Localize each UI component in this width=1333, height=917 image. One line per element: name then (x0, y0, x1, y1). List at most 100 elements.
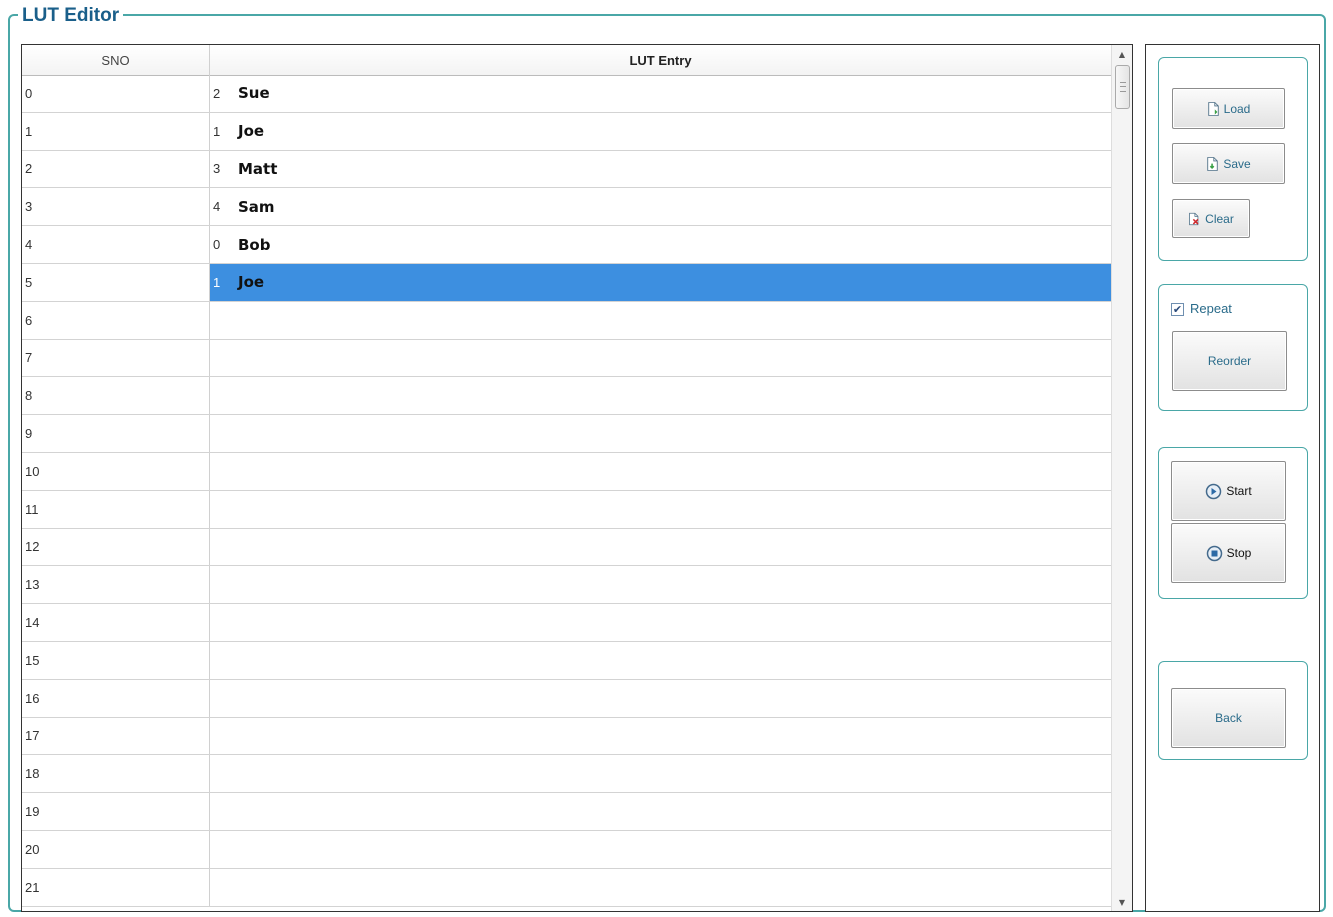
lut-entry-cell[interactable]: 1 Joe (210, 113, 1111, 150)
reorder-button[interactable]: Reorder (1172, 331, 1287, 391)
sno-cell[interactable]: 15 (22, 641, 210, 679)
sno-cell[interactable]: 3 (22, 188, 210, 226)
sno-cell[interactable]: 10 (22, 452, 210, 490)
lut-entry-name: Matt (238, 159, 278, 178)
lut-entry-cell[interactable] (210, 491, 1111, 528)
lut-entry-cell[interactable] (210, 302, 1111, 339)
table-row[interactable]: 13 (22, 566, 1111, 605)
lut-entry-cell[interactable] (210, 869, 1111, 906)
table-row[interactable]: 14 (22, 604, 1111, 642)
lut-entry-cell[interactable] (210, 718, 1111, 755)
lut-entry-cell[interactable] (210, 377, 1111, 414)
sno-cell[interactable]: 2 (22, 150, 210, 188)
table-row[interactable]: 5 1 Joe (22, 263, 1111, 302)
table-row[interactable]: 10 (22, 452, 1111, 491)
reorder-label: Reorder (1207, 354, 1252, 368)
sno-cell[interactable]: 19 (22, 793, 210, 830)
play-circle-icon (1206, 483, 1222, 499)
clear-label: Clear (1205, 211, 1234, 226)
vertical-scrollbar[interactable]: ▲ ▼ (1111, 45, 1132, 911)
lut-entry-name: Sam (238, 197, 275, 216)
sno-cell[interactable]: 11 (22, 490, 210, 528)
sno-cell[interactable]: 5 (22, 263, 210, 301)
table-row[interactable]: 16 (22, 679, 1111, 718)
grip-icon (1119, 82, 1126, 92)
document-load-icon (1207, 101, 1219, 116)
sno-cell[interactable]: 14 (22, 604, 210, 641)
table-row[interactable]: 2 3 Matt (22, 150, 1111, 189)
repeat-label[interactable]: Repeat (1190, 301, 1232, 316)
control-panel: Load Save Clear ✔ Repeat Reorder Start S… (1145, 44, 1320, 912)
lut-entry-cell[interactable] (210, 604, 1111, 641)
back-button[interactable]: Back (1171, 688, 1286, 748)
lut-entry-cell[interactable] (210, 453, 1111, 490)
table-row[interactable]: 3 4 Sam (22, 188, 1111, 227)
lut-entry-cell[interactable] (210, 529, 1111, 566)
table-body: 0 2 Sue 1 1 Joe 2 3 Matt 3 4 Sam 4 0 Bob 5 1 Joe 6 7 8 9 10 11 1… (22, 75, 1111, 907)
clear-button[interactable]: Clear (1172, 199, 1250, 238)
lut-entry-name: Joe (238, 273, 265, 292)
lut-entry-cell[interactable] (210, 340, 1111, 377)
load-button[interactable]: Load (1172, 88, 1285, 129)
table-row[interactable]: 11 (22, 490, 1111, 529)
sno-cell[interactable]: 17 (22, 717, 210, 755)
table-row[interactable]: 19 (22, 793, 1111, 831)
back-label: Back (1215, 711, 1242, 725)
document-save-icon (1207, 156, 1219, 171)
sno-cell[interactable]: 6 (22, 301, 210, 339)
scroll-down-arrow-icon[interactable]: ▼ (1112, 893, 1132, 911)
lut-entry-index: 4 (213, 199, 221, 215)
table-row[interactable]: 8 (22, 377, 1111, 416)
table-row[interactable]: 1 1 Joe (22, 112, 1111, 151)
save-label: Save (1223, 156, 1251, 171)
lut-entry-cell[interactable] (210, 415, 1111, 452)
column-header-sno[interactable]: SNO (22, 45, 210, 75)
lut-entry-cell[interactable] (210, 642, 1111, 679)
lut-entry-cell[interactable]: 4 Sam (210, 188, 1111, 225)
sno-cell[interactable]: 1 (22, 112, 210, 150)
repeat-checkbox[interactable]: ✔ (1171, 303, 1184, 316)
lut-entry-index: 0 (213, 237, 221, 253)
stop-circle-icon (1206, 545, 1222, 561)
table-row[interactable]: 15 (22, 641, 1111, 680)
sno-cell[interactable]: 21 (22, 868, 210, 906)
column-header-lut-entry[interactable]: LUT Entry (210, 45, 1111, 75)
sno-cell[interactable]: 18 (22, 755, 210, 793)
lut-entry-cell[interactable]: 0 Bob (210, 226, 1111, 263)
lut-entry-cell[interactable]: 3 Matt (210, 151, 1111, 188)
table-row[interactable]: 12 (22, 528, 1111, 567)
stop-button[interactable]: Stop (1171, 523, 1286, 583)
sno-cell[interactable]: 4 (22, 226, 210, 263)
sno-cell[interactable]: 7 (22, 339, 210, 377)
lut-entry-cell[interactable] (210, 566, 1111, 603)
table-row[interactable]: 9 (22, 415, 1111, 453)
sno-cell[interactable]: 0 (22, 75, 210, 112)
table-row[interactable]: 17 (22, 717, 1111, 756)
sno-cell[interactable]: 12 (22, 528, 210, 566)
table-row[interactable]: 21 (22, 868, 1111, 907)
table-row[interactable]: 6 (22, 301, 1111, 340)
scroll-up-arrow-icon[interactable]: ▲ (1112, 45, 1132, 63)
table-row[interactable]: 0 2 Sue (22, 75, 1111, 113)
file-group: Load Save Clear (1158, 57, 1308, 261)
sno-cell[interactable]: 9 (22, 415, 210, 452)
lut-entry-cell[interactable] (210, 680, 1111, 717)
table-row[interactable]: 18 (22, 755, 1111, 794)
start-button[interactable]: Start (1171, 461, 1286, 521)
lut-entry-cell[interactable] (210, 831, 1111, 868)
lut-entry-cell[interactable]: 2 Sue (210, 75, 1111, 112)
scroll-thumb[interactable] (1115, 65, 1130, 109)
save-button[interactable]: Save (1172, 143, 1285, 184)
sno-cell[interactable]: 16 (22, 679, 210, 717)
lut-entry-index: 1 (213, 274, 221, 290)
table-row[interactable]: 7 (22, 339, 1111, 378)
sno-cell[interactable]: 20 (22, 830, 210, 868)
lut-entry-cell[interactable]: 1 Joe (210, 263, 1111, 301)
lut-entry-cell[interactable] (210, 755, 1111, 792)
lut-entry-name: Joe (238, 122, 265, 141)
sno-cell[interactable]: 13 (22, 566, 210, 604)
table-row[interactable]: 20 (22, 830, 1111, 869)
lut-entry-cell[interactable] (210, 793, 1111, 830)
table-row[interactable]: 4 0 Bob (22, 226, 1111, 264)
sno-cell[interactable]: 8 (22, 377, 210, 415)
